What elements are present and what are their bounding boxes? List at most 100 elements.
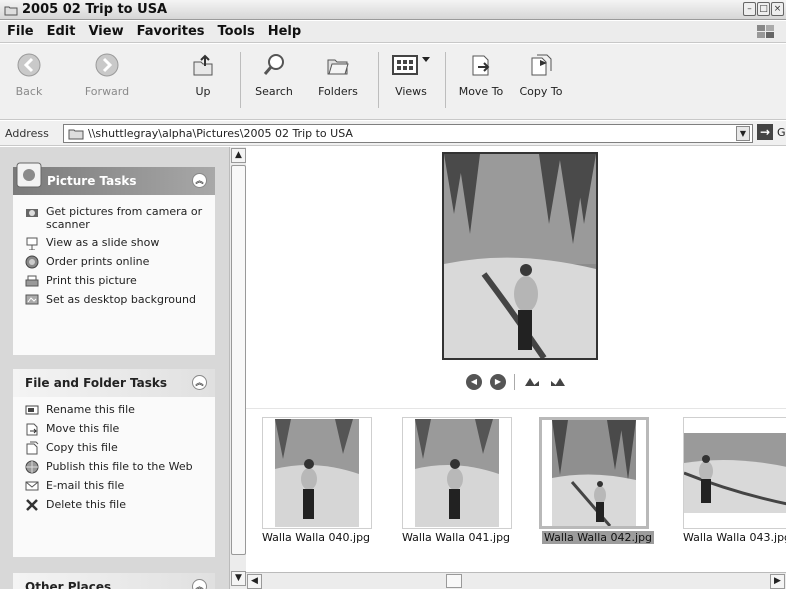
task-pane: Picture Tasks ︽ Get pictures from camera… — [0, 147, 229, 589]
back-arrow-icon — [17, 53, 41, 77]
address-input[interactable]: \\shuttlegray\alpha\Pictures\2005 02 Tri… — [63, 124, 753, 143]
task-copy-file[interactable]: Copy this file — [24, 441, 215, 455]
maximize-button[interactable]: □ — [757, 2, 770, 16]
picture-tasks-header[interactable]: Picture Tasks ︽ — [13, 162, 215, 195]
views-button[interactable]: Views — [389, 52, 433, 98]
collapse-icon[interactable]: ︽ — [192, 375, 207, 390]
window-title: 2005 02 Trip to USA — [22, 2, 168, 17]
task-rename-file[interactable]: Rename this file — [24, 403, 215, 417]
thumbnail-caption: Walla Walla 041.jpg — [402, 531, 511, 544]
views-grid-icon — [392, 55, 430, 75]
picture-icon — [16, 162, 42, 188]
thumbnail-image — [275, 419, 359, 527]
other-places-panel: Other Places ︽ — [13, 573, 215, 589]
thumbnail-image — [415, 419, 499, 527]
nav-separator — [514, 374, 515, 390]
task-email-file[interactable]: E-mail this file — [24, 479, 215, 493]
collapse-icon[interactable]: ︽ — [192, 173, 207, 188]
folders-icon — [327, 59, 349, 75]
copy-file-icon — [24, 441, 40, 455]
move-file-icon — [24, 422, 40, 436]
folder-up-icon — [193, 54, 213, 76]
scroll-thumb[interactable] — [231, 165, 246, 555]
file-folder-tasks-panel: File and Folder Tasks ︽ Rename this file… — [13, 369, 215, 557]
address-label: Address — [5, 126, 49, 140]
search-icon — [263, 54, 284, 75]
scroll-right-button[interactable]: ▶ — [770, 574, 785, 589]
rotate-counterclockwise-icon[interactable] — [549, 376, 567, 388]
go-button[interactable]: → Go — [757, 124, 786, 140]
scroll-down-button[interactable]: ▼ — [231, 571, 246, 586]
address-value: \\shuttlegray\alpha\Pictures\2005 02 Tri… — [88, 127, 353, 140]
thumbnail-walla-walla-041[interactable] — [402, 417, 512, 529]
minimize-button[interactable]: – — [743, 2, 756, 16]
desktop-background-icon — [24, 293, 40, 307]
go-arrow-icon: → — [757, 124, 773, 140]
move-to-button[interactable]: Move To — [455, 52, 507, 98]
up-button[interactable]: Up — [188, 52, 218, 98]
windows-logo-icon — [757, 25, 774, 38]
camera-icon — [24, 205, 40, 219]
folder-icon — [4, 6, 18, 15]
thumbnail-walla-walla-042[interactable] — [539, 417, 649, 529]
thumbnail-walla-walla-043[interactable] — [683, 417, 786, 529]
globe-icon — [24, 255, 40, 269]
next-image-button[interactable]: ▶ — [490, 374, 506, 390]
rotate-clockwise-icon[interactable] — [523, 376, 541, 388]
toolbar: Back Forward Up Search Folders Views Mov… — [0, 44, 786, 120]
task-get-pictures[interactable]: Get pictures from camera or scanner — [24, 205, 215, 231]
menu-help[interactable]: Help — [268, 24, 301, 39]
back-button[interactable]: Back — [10, 52, 48, 98]
thumbnail-walla-walla-040[interactable] — [262, 417, 372, 529]
task-slide-show[interactable]: View as a slide show — [24, 236, 215, 250]
task-order-prints[interactable]: Order prints online — [24, 255, 215, 269]
thumbnail-image — [684, 433, 786, 513]
task-move-file[interactable]: Move this file — [24, 422, 215, 436]
other-places-header[interactable]: Other Places ︽ — [13, 573, 215, 589]
task-print-picture[interactable]: Print this picture — [24, 274, 215, 288]
thumbnail-caption: Walla Walla 040.jpg — [262, 531, 371, 544]
folders-button[interactable]: Folders — [315, 52, 361, 98]
task-delete-file[interactable]: Delete this file — [24, 498, 215, 512]
forward-button[interactable]: Forward — [72, 52, 142, 98]
toolbar-separator — [445, 52, 446, 108]
rename-icon — [24, 403, 40, 417]
menu-edit[interactable]: Edit — [47, 24, 76, 39]
scroll-left-button[interactable]: ◀ — [247, 574, 262, 589]
toolbar-separator — [240, 52, 241, 108]
preview-nav-controls: ◀ ▶ — [466, 374, 567, 390]
filmstrip-thumbnails: Walla Walla 040.jpg Walla Walla 041.jpg … — [246, 408, 786, 576]
menu-favorites[interactable]: Favorites — [137, 24, 205, 39]
thumbnail-scrollbar[interactable]: ◀ ▶ — [246, 572, 786, 589]
task-pane-scrollbar[interactable]: ▲ ▼ — [229, 147, 246, 589]
thumbnail-caption: Walla Walla 043.jpg — [683, 531, 786, 544]
copy-to-button[interactable]: Copy To — [516, 52, 566, 98]
file-folder-tasks-header[interactable]: File and Folder Tasks ︽ — [13, 369, 215, 397]
thumbnail-caption-selected: Walla Walla 042.jpg — [542, 531, 655, 544]
thumbnail-image — [552, 420, 636, 526]
move-to-icon — [472, 55, 490, 76]
task-set-desktop-background[interactable]: Set as desktop background — [24, 293, 215, 307]
menu-file[interactable]: File — [7, 24, 34, 39]
toolbar-separator — [378, 52, 379, 108]
address-dropdown-button[interactable]: ▼ — [736, 126, 750, 141]
task-publish-file[interactable]: Publish this file to the Web — [24, 460, 215, 474]
title-bar: 2005 02 Trip to USA – □ × — [0, 0, 786, 20]
menu-tools[interactable]: Tools — [218, 24, 255, 39]
publish-web-icon — [24, 460, 40, 474]
printer-icon — [24, 274, 40, 288]
snow-scene-photo — [444, 154, 596, 358]
scroll-up-button[interactable]: ▲ — [231, 148, 246, 163]
collapse-icon[interactable]: ︽ — [192, 579, 207, 589]
menu-bar: File Edit View Favorites Tools Help — [0, 21, 786, 43]
picture-tasks-panel: Picture Tasks ︽ Get pictures from camera… — [13, 162, 215, 355]
filmstrip-preview-image[interactable] — [442, 152, 598, 360]
previous-image-button[interactable]: ◀ — [466, 374, 482, 390]
email-icon — [24, 479, 40, 493]
search-button[interactable]: Search — [252, 52, 296, 98]
close-button[interactable]: × — [771, 2, 784, 16]
scroll-thumb[interactable] — [446, 574, 462, 588]
copy-to-icon — [531, 54, 552, 76]
menu-view[interactable]: View — [88, 24, 123, 39]
address-bar: Address \\shuttlegray\alpha\Pictures\200… — [0, 121, 786, 146]
